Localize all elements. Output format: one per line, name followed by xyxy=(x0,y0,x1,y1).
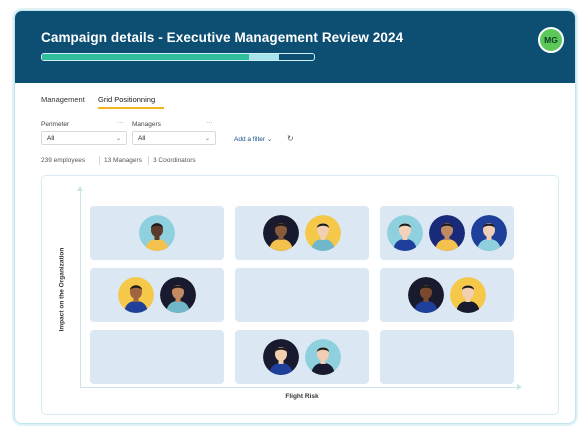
employee-avatar[interactable] xyxy=(263,339,299,375)
y-axis-line xyxy=(80,190,81,387)
x-axis-line xyxy=(80,387,518,388)
page-title: Campaign details - Executive Management … xyxy=(41,30,404,45)
active-tab-indicator xyxy=(98,107,164,109)
add-filter-label: Add a filter xyxy=(234,136,266,143)
employee-avatar[interactable] xyxy=(118,277,154,313)
managers-more-icon[interactable]: ··· xyxy=(206,119,213,126)
employee-avatar[interactable] xyxy=(305,215,341,251)
campaign-header: Campaign details - Executive Management … xyxy=(15,11,575,83)
employee-avatar[interactable] xyxy=(263,215,299,251)
chevron-down-icon: ⌄ xyxy=(266,136,273,143)
managers-select-value: All xyxy=(138,135,146,142)
campaign-progress-bar xyxy=(41,53,315,61)
x-axis-arrow-icon xyxy=(517,384,522,390)
stat-divider xyxy=(148,156,149,165)
manager-count: 13 Managers xyxy=(104,157,142,164)
managers-select[interactable]: All ⌄ xyxy=(132,131,216,145)
tab-grid-positionning[interactable]: Grid Positionning xyxy=(98,95,155,104)
tab-management[interactable]: Management xyxy=(41,95,85,104)
progress-partial-segment xyxy=(248,54,279,60)
grid-cell-r2-c2[interactable] xyxy=(235,268,369,322)
perimeter-more-icon[interactable]: ··· xyxy=(117,119,124,126)
employee-avatar[interactable] xyxy=(387,215,423,251)
campaign-card: Campaign details - Executive Management … xyxy=(14,10,576,424)
grid-cell-r1-c1[interactable] xyxy=(90,206,224,260)
x-axis-label: Flight Risk xyxy=(285,393,319,400)
employee-count: 239 employees xyxy=(41,157,86,164)
managers-filter-label: Managers xyxy=(132,121,161,128)
grid-cell-r3-c1[interactable] xyxy=(90,330,224,384)
perimeter-select-value: All xyxy=(47,135,55,142)
y-axis-arrow-icon xyxy=(77,186,83,191)
grid-cell-r3-c3[interactable] xyxy=(380,330,514,384)
grid-cell-r2-c3[interactable] xyxy=(380,268,514,322)
grid-cell-r2-c1[interactable] xyxy=(90,268,224,322)
employee-avatar[interactable] xyxy=(160,277,196,313)
grid-cell-r1-c3[interactable] xyxy=(380,206,514,260)
user-avatar[interactable]: MG xyxy=(538,27,564,53)
y-axis-label: Impact on the Organization xyxy=(58,247,66,332)
employee-avatar[interactable] xyxy=(429,215,465,251)
perimeter-filter-label: Perimeter xyxy=(41,121,70,128)
coordinator-count: 3 Coordinators xyxy=(153,157,196,164)
grid-cell-r1-c2[interactable] xyxy=(235,206,369,260)
nine-box-grid: Impact on the Organization Flight Risk xyxy=(41,175,559,415)
stat-divider xyxy=(99,156,100,165)
grid-cell-r3-c2[interactable] xyxy=(235,330,369,384)
perimeter-select[interactable]: All ⌄ xyxy=(41,131,127,145)
employee-avatar[interactable] xyxy=(450,277,486,313)
chevron-down-icon: ⌄ xyxy=(115,136,121,142)
reset-icon[interactable]: ↻ xyxy=(287,134,294,143)
progress-completed-segment xyxy=(42,54,249,60)
employee-avatar[interactable] xyxy=(471,215,507,251)
employee-avatar[interactable] xyxy=(139,215,175,251)
employee-avatar[interactable] xyxy=(408,277,444,313)
chevron-down-icon: ⌄ xyxy=(204,136,210,142)
add-filter-button[interactable]: Add a filter ⌄ xyxy=(234,135,272,143)
employee-avatar[interactable] xyxy=(305,339,341,375)
